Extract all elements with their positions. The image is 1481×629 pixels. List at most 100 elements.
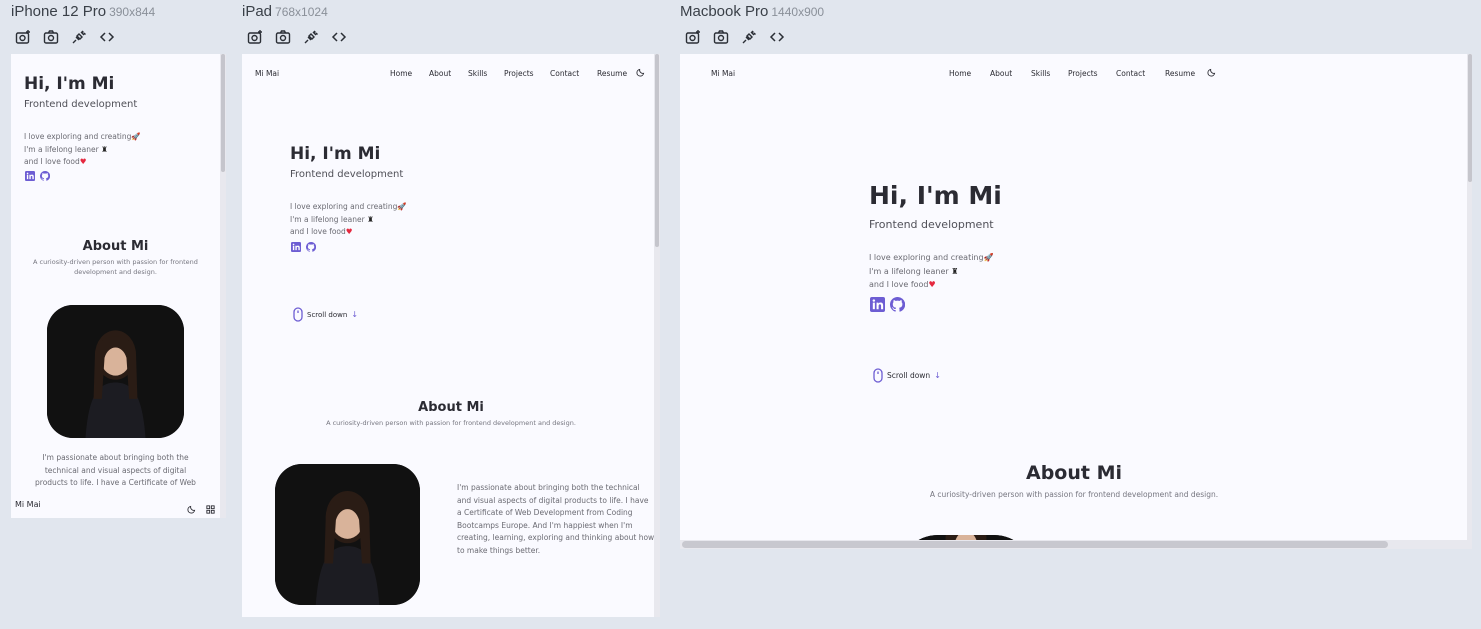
nav-about[interactable]: About <box>429 69 451 78</box>
toolbar-ipad <box>247 29 347 45</box>
device-name: iPhone 12 Pro <box>11 3 107 20</box>
about-subtitle: A curiosity-driven person with passion f… <box>929 490 1219 499</box>
moon-icon[interactable] <box>1207 68 1216 79</box>
heart-icon: ♥ <box>928 280 936 289</box>
code-icon[interactable] <box>331 29 347 45</box>
camera-icon[interactable] <box>43 29 59 45</box>
hero-line-text: and I love food <box>869 280 929 289</box>
nav-projects[interactable]: Projects <box>504 69 534 78</box>
heart-icon: ♥ <box>345 227 353 236</box>
social-links <box>870 297 905 312</box>
heart-icon: ♥ <box>79 157 87 166</box>
hero-line-text: and I love food <box>290 227 346 236</box>
iphone-frame[interactable]: Hi, I'm Mi Frontend development I love e… <box>11 54 226 518</box>
horizontal-scrollbar[interactable] <box>680 540 1472 549</box>
linkedin-icon[interactable] <box>25 171 35 181</box>
mouse-icon <box>293 307 303 322</box>
toolbar-iphone <box>15 29 115 45</box>
hero-subtitle: Frontend development <box>24 99 138 110</box>
about-title: About Mi <box>418 400 484 415</box>
device-dims: 1440x900 <box>771 5 825 19</box>
bottom-nav: Mi Mai <box>11 494 220 518</box>
code-icon[interactable] <box>769 29 785 45</box>
scrollbar[interactable] <box>220 54 226 518</box>
ipad-frame[interactable]: Mi Mai Home About Skills Projects Contac… <box>242 54 660 617</box>
top-nav: Mi Mai Home About Skills Projects Contac… <box>711 68 1271 79</box>
github-icon[interactable] <box>306 242 316 252</box>
about-text: I'm passionate about bringing both the t… <box>457 483 655 555</box>
camera-icon[interactable] <box>713 29 729 45</box>
brand[interactable]: Mi Mai <box>255 69 279 78</box>
scrollbar[interactable] <box>654 54 660 617</box>
nav-home[interactable]: Home <box>949 69 971 78</box>
device-label-iphone: iPhone 12 Pro 390x844 <box>11 3 155 20</box>
hero-line-text: I love exploring and creating <box>290 202 398 211</box>
hero-lines: I love exploring and creating🚀 I'm a lif… <box>869 251 994 292</box>
code-icon[interactable] <box>99 29 115 45</box>
plug-icon[interactable] <box>71 29 87 45</box>
device-dims: 768x1024 <box>275 5 328 19</box>
camera-plus-icon[interactable] <box>685 29 701 45</box>
nav-resume[interactable]: Resume <box>597 69 627 78</box>
hero-line-3: and I love food♥ <box>869 278 994 292</box>
profile-photo <box>275 464 420 605</box>
device-dims: 390x844 <box>109 5 156 19</box>
scrollbar-thumb[interactable] <box>1468 54 1472 182</box>
hero-line-text: I love exploring and creating <box>869 253 984 262</box>
hero-line-2: I'm a lifelong leaner ♜ <box>290 214 407 227</box>
plug-icon[interactable] <box>741 29 757 45</box>
nav-resume[interactable]: Resume <box>1165 69 1195 78</box>
brand[interactable]: Mi Mai <box>711 69 735 78</box>
rocket-icon: 🚀 <box>983 253 994 262</box>
hero-line-3: and I love food♥ <box>290 226 407 239</box>
scroll-down[interactable]: Scroll down ↓ <box>293 307 358 322</box>
hero-title: Hi, I'm Mi <box>290 144 381 164</box>
github-icon[interactable] <box>890 297 905 312</box>
social-links <box>25 171 50 181</box>
scroll-down[interactable]: Scroll down ↓ <box>873 368 941 383</box>
linkedin-icon[interactable] <box>291 242 301 252</box>
horizontal-scrollbar-thumb[interactable] <box>682 541 1388 548</box>
nav-projects[interactable]: Projects <box>1068 69 1098 78</box>
about-title: About Mi <box>1025 462 1122 484</box>
brand[interactable]: Mi Mai <box>15 500 41 509</box>
camera-plus-icon[interactable] <box>15 29 31 45</box>
hero-line-text: I'm a lifelong leaner <box>24 144 99 154</box>
hero-line-1: I love exploring and creating🚀 <box>290 201 407 214</box>
linkedin-icon[interactable] <box>870 297 885 312</box>
github-icon[interactable] <box>40 171 50 181</box>
hero-line-text: I'm a lifelong leaner <box>290 214 365 224</box>
nav-skills[interactable]: Skills <box>468 69 487 78</box>
about-subtitle: A curiosity-driven person with passion f… <box>326 419 576 427</box>
menu-grid-icon[interactable] <box>206 499 215 518</box>
hero-line-3: and I love food♥ <box>24 156 141 169</box>
camera-plus-icon[interactable] <box>247 29 263 45</box>
hero-line-1: I love exploring and creating🚀 <box>24 131 141 144</box>
nav-contact[interactable]: Contact <box>1116 69 1145 78</box>
toolbar-macbook <box>685 29 785 45</box>
hero-line-1: I love exploring and creating🚀 <box>869 251 994 265</box>
scrollbar-thumb[interactable] <box>655 54 659 247</box>
hero-subtitle: Frontend development <box>290 169 404 180</box>
hero-line-text: and I love food <box>24 157 80 166</box>
scroll-down-label: Scroll down <box>887 371 931 380</box>
arrow-down-icon: ↓ <box>934 371 941 380</box>
hero-line-text: I'm a lifelong leaner <box>869 266 949 276</box>
about-title: About Mi <box>82 239 149 254</box>
moon-icon[interactable] <box>187 499 196 518</box>
nav-about[interactable]: About <box>990 69 1012 78</box>
nav-contact[interactable]: Contact <box>550 69 579 78</box>
moon-icon[interactable] <box>636 68 645 79</box>
device-label-ipad: iPad 768x1024 <box>242 3 328 20</box>
scrollbar-thumb[interactable] <box>221 54 225 172</box>
macbook-frame[interactable]: Mi Mai Home About Skills Projects Contac… <box>680 54 1472 549</box>
hero-lines: I love exploring and creating🚀 I'm a lif… <box>24 131 141 169</box>
nav-home[interactable]: Home <box>390 69 412 78</box>
nav-skills[interactable]: Skills <box>1031 69 1050 78</box>
camera-icon[interactable] <box>275 29 291 45</box>
about-subtitle: A curiosity-driven person with passion f… <box>33 258 198 276</box>
scrollbar[interactable] <box>1467 54 1472 540</box>
plug-icon[interactable] <box>303 29 319 45</box>
graduate-icon: ♜ <box>951 266 959 276</box>
arrow-down-icon: ↓ <box>351 310 359 319</box>
